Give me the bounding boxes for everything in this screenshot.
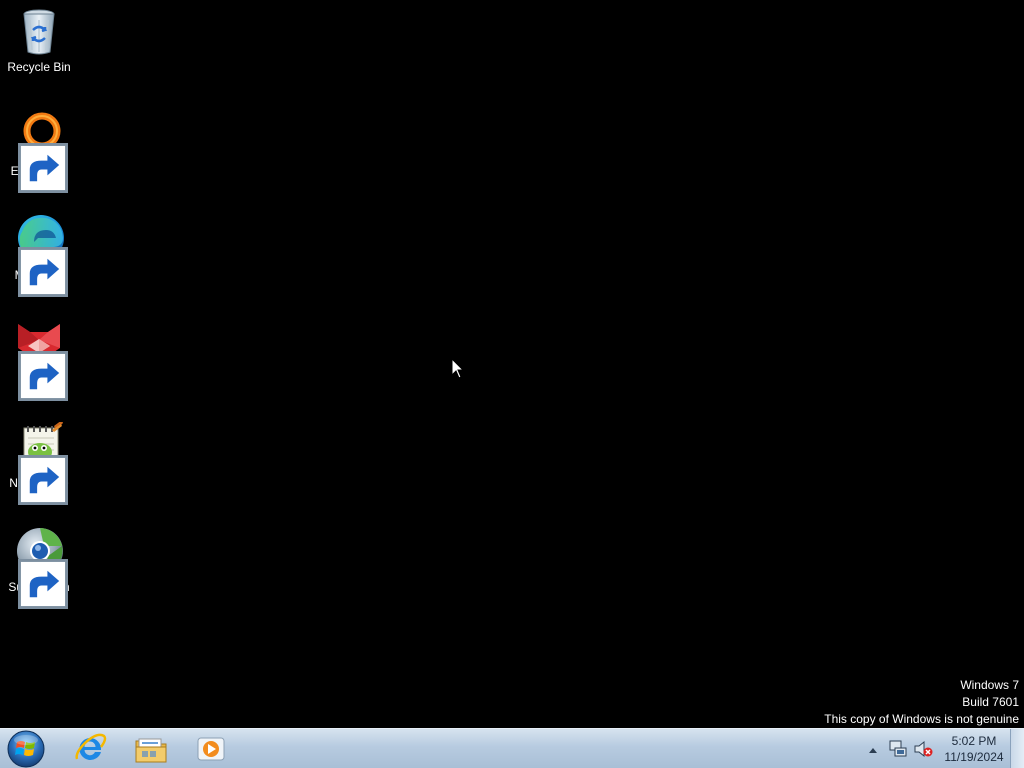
desktop-icon-microsoft-edge[interactable]: Microsoft Edge	[2, 214, 76, 298]
triangle-up-icon	[869, 748, 877, 753]
watermark-build: Build 7601	[962, 695, 1019, 709]
desktop-icon-recycle-bin[interactable]: Recycle Bin	[2, 6, 76, 75]
media-player-icon	[197, 737, 225, 761]
desktop-icon-label: Recycle Bin	[7, 60, 71, 74]
show-hidden-icons-button[interactable]	[866, 743, 880, 755]
watermark-os-name: Windows 7	[960, 678, 1019, 692]
clock-date: 11/19/2024	[944, 750, 1004, 764]
desktop-icon-notepadpp[interactable]: Notepad++	[2, 422, 76, 505]
mouse-cursor-icon	[451, 357, 465, 380]
taskbar-clock[interactable]: 5:02 PM 11/19/2024	[936, 733, 1012, 765]
notepadpp-icon	[14, 422, 68, 505]
desktop[interactable]: Recycle Bin Everything	[0, 0, 1024, 728]
taskbar-windows-explorer-button[interactable]	[122, 730, 180, 768]
shortcut-arrow-icon	[18, 559, 68, 609]
network-tray-button[interactable]	[889, 740, 907, 758]
supermium-icon	[14, 526, 68, 609]
desktop-icon-r3dfox[interactable]: r3dfox	[2, 318, 76, 401]
start-button[interactable]	[5, 730, 47, 768]
windows-watermark: Windows 7 Build 7601 This copy of Window…	[824, 677, 1019, 728]
shortcut-arrow-icon	[18, 143, 68, 193]
desktop-icon-everything[interactable]: Everything	[2, 110, 76, 193]
shortcut-arrow-icon	[18, 247, 68, 297]
windows-start-icon	[7, 730, 45, 768]
desktop-icon-supermium[interactable]: Supermium	[2, 526, 76, 609]
network-icon	[889, 740, 907, 757]
show-desktop-button[interactable]	[1010, 729, 1024, 768]
volume-tray-button[interactable]	[913, 740, 933, 758]
watermark-genuine-notice: This copy of Windows is not genuine	[824, 712, 1019, 726]
clock-time: 5:02 PM	[951, 734, 997, 748]
taskbar[interactable]: 5:02 PM 11/19/2024	[0, 728, 1024, 768]
everything-icon	[14, 110, 68, 193]
taskbar-media-player-button[interactable]	[182, 730, 240, 768]
r3dfox-icon	[14, 318, 68, 401]
shortcut-arrow-icon	[18, 455, 68, 505]
shortcut-arrow-icon	[18, 351, 68, 401]
taskbar-internet-explorer-button[interactable]	[61, 730, 119, 768]
volume-muted-icon	[914, 740, 933, 758]
edge-icon	[14, 214, 68, 297]
recycle-bin-icon	[14, 6, 64, 56]
internet-explorer-icon	[75, 733, 107, 760]
folder-icon	[135, 738, 167, 763]
